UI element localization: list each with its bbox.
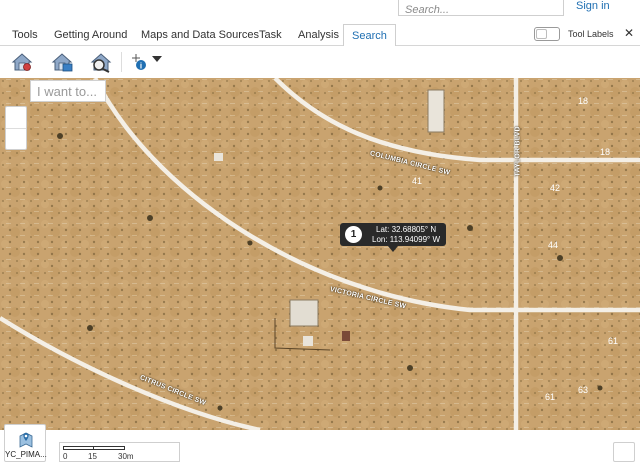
tab-task[interactable]: Task <box>259 24 282 46</box>
marker-number-badge: 1 <box>345 226 362 243</box>
parcel-number: 42 <box>550 183 560 193</box>
parcel-number: 44 <box>548 240 558 250</box>
tab-getting-around[interactable]: Getting Around <box>54 24 127 46</box>
parcel-number: 18 <box>578 96 588 106</box>
sign-in-link[interactable]: Sign in <box>576 0 610 12</box>
aerial-imagery: 41 42 44 18 18 63 61 61 <box>0 78 640 430</box>
scale-tick: 0 <box>63 452 68 461</box>
parcel-number: 18 <box>600 147 610 157</box>
search-parcels-icon[interactable] <box>10 50 34 74</box>
zoom-in-button[interactable] <box>6 107 26 129</box>
tab-analysis[interactable]: Analysis <box>298 24 339 46</box>
global-search-input[interactable] <box>399 2 563 18</box>
i-want-to-box[interactable] <box>30 80 106 102</box>
tab-maps-and-data-sources[interactable]: Maps and Data Sources <box>141 24 259 46</box>
basemap-switcher-button[interactable]: YC_PIMA... <box>4 424 47 462</box>
i-want-to-input[interactable] <box>31 81 105 101</box>
basemap-pin-icon <box>19 432 33 448</box>
street-label: TAYLOR BLVD <box>514 126 522 177</box>
chevron-down-icon[interactable] <box>152 56 162 62</box>
parcel-number: 61 <box>545 392 555 402</box>
toggle-knob <box>536 29 547 39</box>
popup-pointer <box>388 246 398 252</box>
identify-icon[interactable]: i <box>130 50 154 74</box>
map-corner-button[interactable] <box>613 442 635 462</box>
map-view[interactable]: 41 42 44 18 18 63 61 61 COLUMBIA CIRCLE … <box>0 78 640 430</box>
parcel-number: 41 <box>412 176 422 186</box>
search-toolbar: i <box>0 46 640 78</box>
tab-tools[interactable]: Tools <box>12 24 38 46</box>
tool-labels-label: Tool Labels <box>568 29 614 39</box>
scale-tick: 15 <box>88 452 97 461</box>
parcel-number: 61 <box>608 336 618 346</box>
map-app: Sign in Tools Getting Around Maps and Da… <box>0 0 640 464</box>
scale-bar-graphic <box>63 446 125 450</box>
search-addresses-icon[interactable] <box>50 50 74 74</box>
svg-text:i: i <box>140 62 142 71</box>
tab-search[interactable]: Search <box>343 24 396 47</box>
toolbar-divider <box>121 52 122 72</box>
tool-labels-toggle[interactable] <box>534 27 560 41</box>
longitude-readout: Lon: 113.94099° W <box>372 235 440 244</box>
coordinate-popup: 1 Lat: 32.68805° N Lon: 113.94099° W <box>340 223 446 252</box>
zoom-control <box>5 106 27 150</box>
scale-tick: 30m <box>118 452 134 461</box>
parcel-number: 63 <box>578 385 588 395</box>
zoom-out-button[interactable] <box>6 129 26 151</box>
close-icon[interactable]: ✕ <box>624 26 634 40</box>
search-advanced-icon[interactable] <box>89 50 113 74</box>
basemap-label: YC_PIMA... <box>5 450 47 459</box>
scale-bar: 0 15 30m <box>59 442 180 462</box>
global-search-box[interactable] <box>398 0 564 18</box>
latitude-readout: Lat: 32.68805° N <box>376 225 437 234</box>
